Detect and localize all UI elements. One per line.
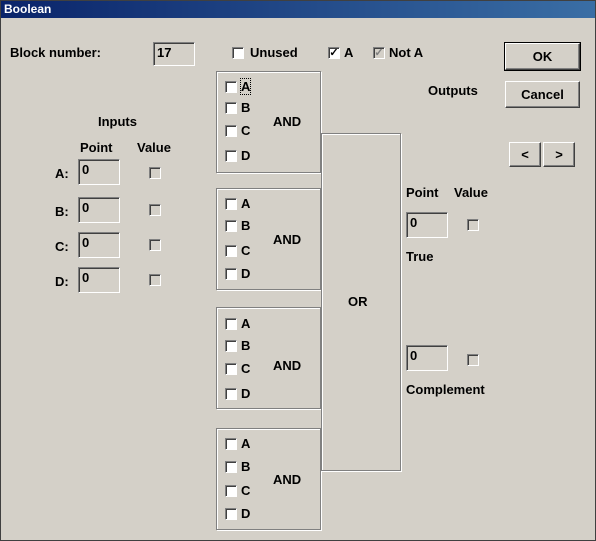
- unused-checkbox[interactable]: [232, 46, 244, 59]
- input-a-point[interactable]: 0: [78, 159, 120, 185]
- and3-a-checkbox[interactable]: [225, 317, 237, 330]
- previous-button[interactable]: <: [509, 142, 541, 167]
- and1-b-label: B: [241, 100, 251, 115]
- and4-b-label: B: [241, 459, 251, 474]
- not-a-label: Not A: [389, 45, 424, 60]
- and3-d-label: D: [241, 386, 251, 401]
- true-point-field[interactable]: 0: [406, 212, 448, 238]
- input-c-point[interactable]: 0: [78, 232, 120, 258]
- outputs-point-header: Point: [406, 185, 439, 200]
- and1-a-checkbox[interactable]: [225, 80, 237, 93]
- boolean-dialog: Boolean Block number: 17 Unused ✓ A ✓ No…: [0, 0, 596, 541]
- and1-c-checkbox[interactable]: [225, 124, 237, 137]
- window-title: Boolean: [4, 2, 52, 16]
- and4-a-label: A: [241, 436, 251, 451]
- input-b-point[interactable]: 0: [78, 197, 120, 223]
- and3-c-checkbox[interactable]: [225, 362, 237, 375]
- and2-b-checkbox[interactable]: [225, 219, 237, 232]
- and2-b-label: B: [241, 218, 251, 233]
- input-d-label: D:: [55, 274, 69, 289]
- cancel-button[interactable]: Cancel: [505, 81, 580, 108]
- input-a-label: A:: [55, 166, 69, 181]
- and1-d-label: D: [241, 148, 251, 163]
- complement-point-field[interactable]: 0: [406, 345, 448, 371]
- input-c-label: C:: [55, 239, 69, 254]
- ok-button[interactable]: OK: [504, 42, 581, 71]
- and4-b-checkbox[interactable]: [225, 460, 237, 473]
- and2-c-label: C: [241, 243, 251, 258]
- inputs-point-header: Point: [80, 140, 113, 155]
- and1-d-checkbox[interactable]: [225, 149, 237, 162]
- input-d-point[interactable]: 0: [78, 267, 120, 293]
- and1-gate-label: AND: [273, 114, 302, 129]
- and2-gate-label: AND: [273, 232, 302, 247]
- and2-d-checkbox[interactable]: [225, 267, 237, 280]
- true-label: True: [406, 249, 434, 264]
- next-button[interactable]: >: [543, 142, 575, 167]
- or-gate-label: OR: [348, 294, 368, 309]
- and2-d-label: D: [241, 266, 251, 281]
- and4-c-label: C: [241, 483, 251, 498]
- and3-b-checkbox[interactable]: [225, 339, 237, 352]
- and3-gate-label: AND: [273, 358, 302, 373]
- and3-c-label: C: [241, 361, 251, 376]
- and3-b-label: B: [241, 338, 251, 353]
- a-checkbox[interactable]: ✓: [328, 46, 340, 59]
- and4-a-checkbox[interactable]: [225, 437, 237, 450]
- inputs-title: Inputs: [98, 114, 137, 129]
- and1-b-checkbox[interactable]: [225, 101, 237, 114]
- inputs-value-header: Value: [137, 140, 171, 155]
- complement-label: Complement: [406, 382, 485, 397]
- and3-a-label: A: [241, 316, 251, 331]
- and4-gate-label: AND: [273, 472, 302, 487]
- complement-value-checkbox[interactable]: [467, 354, 479, 366]
- and4-d-label: D: [241, 506, 251, 521]
- true-value-checkbox[interactable]: [467, 219, 479, 231]
- unused-label: Unused: [250, 45, 298, 60]
- and2-a-checkbox[interactable]: [225, 197, 237, 210]
- a-label: A: [344, 45, 354, 60]
- and3-d-checkbox[interactable]: [225, 387, 237, 400]
- input-b-label: B:: [55, 204, 69, 219]
- outputs-title: Outputs: [428, 83, 478, 98]
- and1-a-label: A: [239, 78, 252, 95]
- and4-c-checkbox[interactable]: [225, 484, 237, 497]
- and4-d-checkbox[interactable]: [225, 507, 237, 520]
- outputs-value-header: Value: [454, 185, 488, 200]
- title-bar: Boolean: [1, 1, 595, 18]
- input-a-value-checkbox[interactable]: [149, 167, 161, 179]
- and1-c-label: C: [241, 123, 251, 138]
- not-a-checkbox[interactable]: ✓: [373, 46, 385, 59]
- block-number-label: Block number:: [10, 45, 102, 60]
- input-c-value-checkbox[interactable]: [149, 239, 161, 251]
- and2-a-label: A: [241, 196, 251, 211]
- input-d-value-checkbox[interactable]: [149, 274, 161, 286]
- block-number-field[interactable]: 17: [153, 42, 195, 66]
- and2-c-checkbox[interactable]: [225, 244, 237, 257]
- input-b-value-checkbox[interactable]: [149, 204, 161, 216]
